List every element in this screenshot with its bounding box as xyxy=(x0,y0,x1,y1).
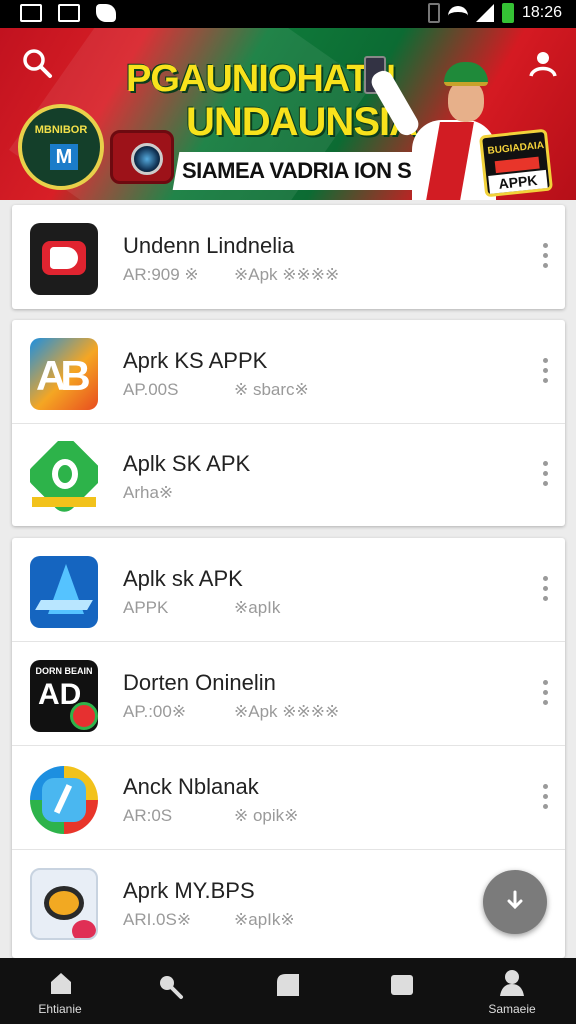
app-version: ARI.0S※ xyxy=(123,910,192,929)
home-icon xyxy=(51,973,71,994)
app-name: Aplk sk APK xyxy=(123,566,243,591)
app-card: Undenn Lindnelia AR:909 ※ ※Apk ※※※※ xyxy=(12,205,565,309)
app-name: Undenn Lindnelia xyxy=(123,233,295,258)
app-tag: ※apIk xyxy=(234,598,281,617)
bottom-navigation: Ehtianie Samaeie xyxy=(0,958,576,1024)
app-version: AP.00S xyxy=(123,380,179,399)
banner-logo: MBNIBOR M xyxy=(18,104,104,190)
app-notification-icon xyxy=(96,4,116,22)
app-icon: DORN BEAIN AD xyxy=(30,660,98,732)
apk-badge: BUGIADAIA APPK xyxy=(478,128,554,198)
list-item[interactable]: Undenn Lindnelia AR:909 ※ ※Apk ※※※※ xyxy=(12,205,565,309)
mascot-illustration xyxy=(364,56,496,200)
search-icon xyxy=(160,976,183,999)
battery-icon xyxy=(501,3,514,23)
nav-profile-label: Samaeie xyxy=(488,1002,536,1016)
app-version: APPK xyxy=(123,598,169,617)
more-options-icon[interactable] xyxy=(540,576,550,604)
app-icon xyxy=(30,764,98,836)
camera-illustration xyxy=(110,130,174,184)
list-item[interactable]: Aplk SK APK Arha※ xyxy=(12,423,565,527)
app-icon xyxy=(30,223,98,295)
notification-icon xyxy=(20,4,42,22)
nav-search[interactable] xyxy=(118,958,218,1024)
list-item[interactable]: Aplk sk APK APPK ※apIk xyxy=(12,538,565,642)
apps-icon xyxy=(277,974,299,996)
app-name: Aprk KS APPK xyxy=(123,348,268,373)
list-item[interactable]: DORN BEAIN AD Dorten Oninelin AP.:00※ ※A… xyxy=(12,642,565,746)
nav-apps[interactable] xyxy=(238,958,338,1024)
download-icon xyxy=(507,890,523,910)
more-options-icon[interactable] xyxy=(540,461,550,489)
app-card: Aplk sk APK APPK ※apIk DORN BEAIN AD Dor… xyxy=(12,538,565,958)
list-item[interactable]: AB Aprk KS APPK AP.00S ※ sbarc※ xyxy=(12,320,565,424)
more-options-icon[interactable] xyxy=(540,680,550,708)
banner-title-line1: PGAUNIOHATN xyxy=(126,58,396,100)
account-icon[interactable] xyxy=(526,46,560,80)
app-name: Anck Nblanak xyxy=(123,774,259,799)
search-icon[interactable] xyxy=(20,46,54,80)
app-tag: ※ opik※ xyxy=(234,806,299,825)
app-icon xyxy=(30,441,98,513)
download-fab-button[interactable] xyxy=(483,870,547,934)
app-name: Aprk MY.BPS xyxy=(123,878,255,903)
app-version: AP.:00※ xyxy=(123,702,187,721)
wifi-icon xyxy=(447,6,468,20)
app-tag: ※apIk※ xyxy=(234,910,295,929)
app-name: Dorten Oninelin xyxy=(123,670,276,695)
profile-icon xyxy=(500,970,524,996)
app-icon: AB xyxy=(30,338,98,410)
app-tag: ※Apk ※※※※ xyxy=(234,265,340,284)
list-item[interactable]: Anck Nblanak AR:0S ※ opik※ xyxy=(12,746,565,850)
app-tag: ※ sbarc※ xyxy=(234,380,309,399)
nav-profile[interactable]: Samaeie xyxy=(462,958,562,1024)
app-tag: ※Apk ※※※※ xyxy=(234,702,340,721)
status-bar: 18:26 xyxy=(0,0,576,28)
signal-icon xyxy=(475,4,494,22)
more-options-icon[interactable] xyxy=(540,358,550,386)
app-icon xyxy=(30,868,98,940)
app-version: Arha※ xyxy=(123,483,174,502)
clock: 18:26 xyxy=(521,4,562,21)
image-notification-icon xyxy=(58,4,80,22)
vibrate-icon xyxy=(427,3,440,23)
promo-banner[interactable]: MBNIBOR M PGAUNIOHATN UNDAUNSIA SIAMEA V… xyxy=(0,28,576,200)
app-icon xyxy=(30,556,98,628)
app-version: AR:909 ※ xyxy=(123,265,199,284)
app-version: AR:0S xyxy=(123,806,173,825)
banner-title-line2: UNDAUNSIA xyxy=(186,100,418,144)
more-options-icon[interactable] xyxy=(540,243,550,271)
more-options-icon[interactable] xyxy=(540,784,550,812)
app-card: AB Aprk KS APPK AP.00S ※ sbarc※ Aplk SK … xyxy=(12,320,565,526)
nav-home-label: Ehtianie xyxy=(38,1002,82,1016)
library-icon xyxy=(391,975,413,995)
nav-library[interactable] xyxy=(352,958,452,1024)
nav-home[interactable]: Ehtianie xyxy=(10,958,110,1024)
app-name: Aplk SK APK xyxy=(123,451,251,476)
